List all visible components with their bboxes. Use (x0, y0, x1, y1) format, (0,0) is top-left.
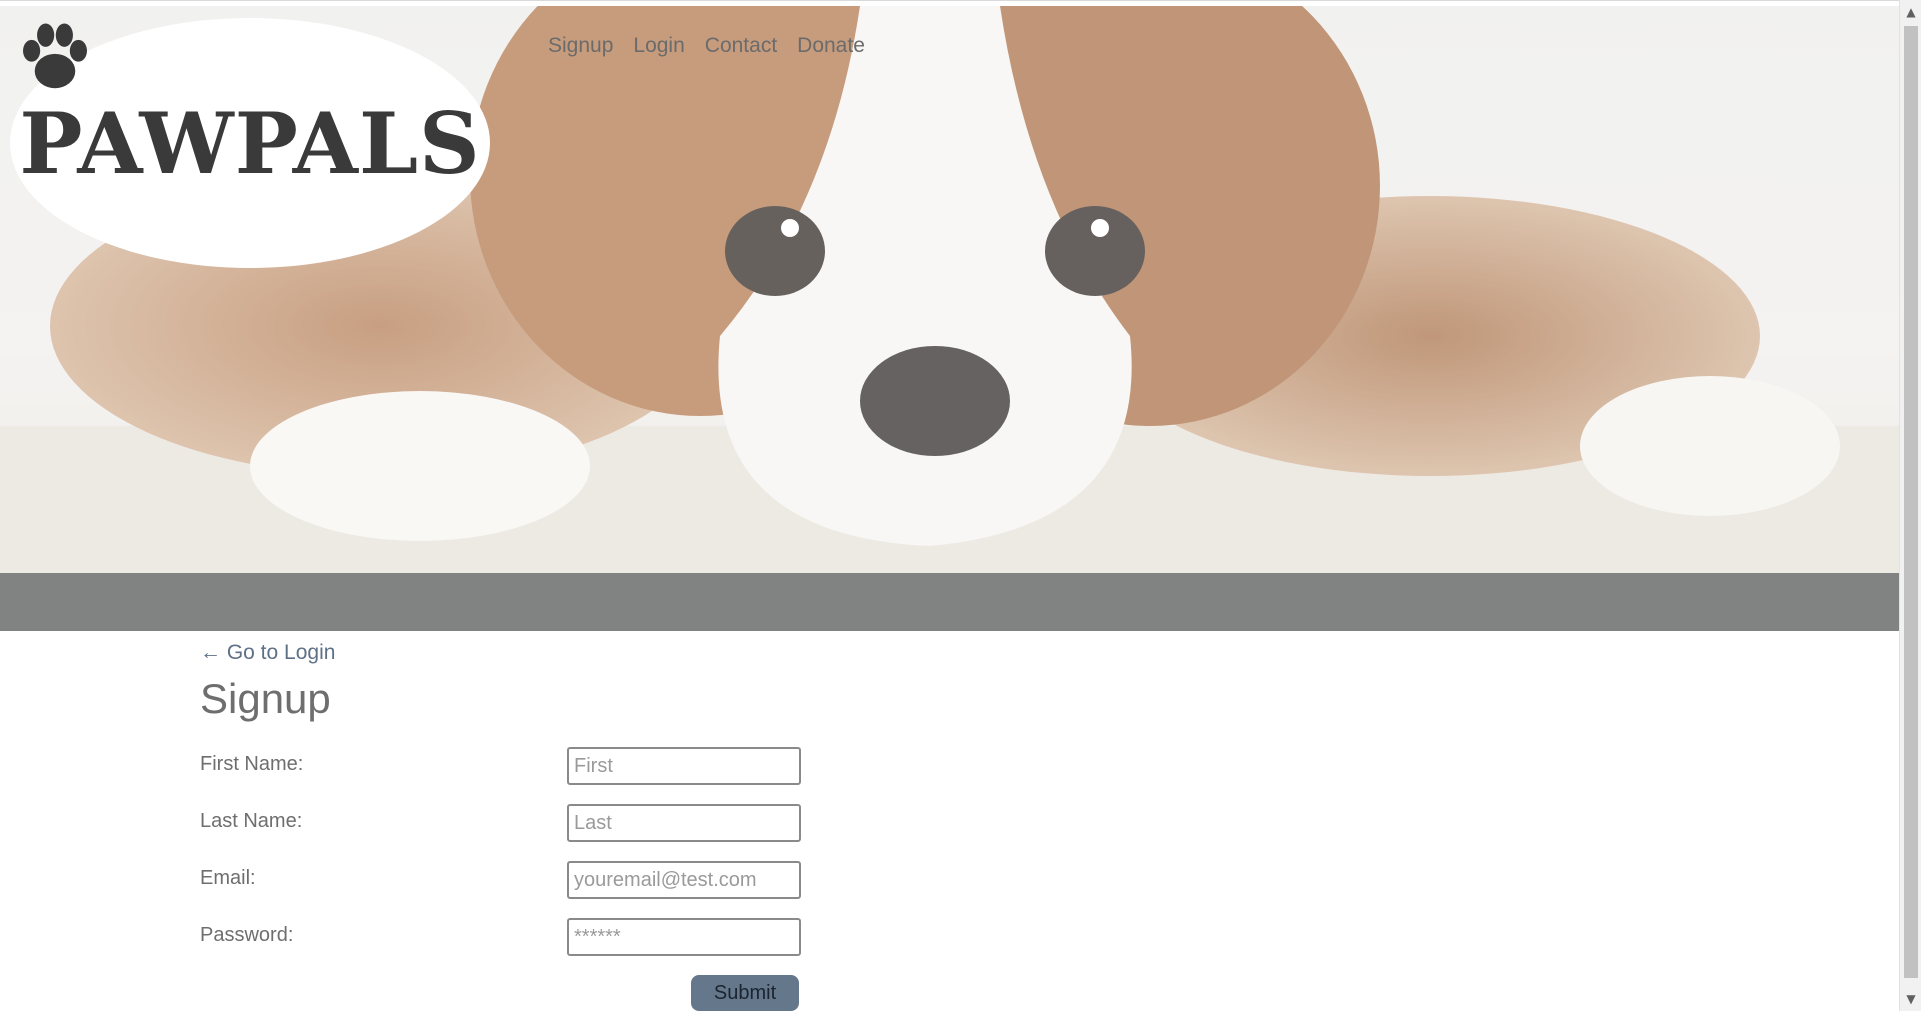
hero-banner: PAW PALS Signup Login Contact Donate (0, 6, 1899, 573)
password-label: Password: (200, 924, 294, 946)
scroll-up-arrow-icon[interactable]: ▲ (1900, 2, 1921, 22)
page-title: Signup (200, 675, 331, 722)
password-row: Password: (200, 918, 1000, 964)
first-name-row: First Name: (200, 747, 1000, 793)
nav-donate[interactable]: Donate (797, 34, 865, 58)
browser-viewport: PAW PALS Signup Login Contact Donate ← G… (0, 0, 1899, 1011)
first-name-label: First Name: (200, 753, 304, 775)
last-name-row: Last Name: (200, 804, 1000, 850)
nav-login[interactable]: Login (633, 34, 684, 58)
email-row: Email: (200, 861, 1000, 907)
last-name-input[interactable] (567, 804, 801, 842)
nav-contact[interactable]: Contact (705, 34, 777, 58)
password-input[interactable] (567, 918, 801, 956)
email-input[interactable] (567, 861, 801, 899)
email-label: Email: (200, 867, 256, 889)
section-divider-band (0, 573, 1899, 631)
first-name-input[interactable] (567, 747, 801, 785)
go-to-login-link[interactable]: ← Go to Login (200, 641, 1000, 665)
logo[interactable]: PAW PALS (10, 18, 490, 268)
signup-form: ← Go to Login Signup First Name: Last Na… (200, 641, 1000, 1011)
scroll-down-arrow-icon[interactable]: ▼ (1900, 989, 1921, 1009)
scroll-thumb[interactable] (1904, 26, 1918, 978)
vertical-scrollbar[interactable]: ▲ ▼ (1899, 0, 1921, 1011)
nav-signup[interactable]: Signup (548, 34, 613, 58)
logo-text-right: PALS (234, 93, 481, 193)
submit-button[interactable]: Submit (691, 975, 799, 1011)
last-name-label: Last Name: (200, 810, 303, 832)
logo-text-left: PAW (19, 93, 235, 193)
top-nav: Signup Login Contact Donate (548, 34, 865, 58)
paw-icon (23, 23, 87, 89)
